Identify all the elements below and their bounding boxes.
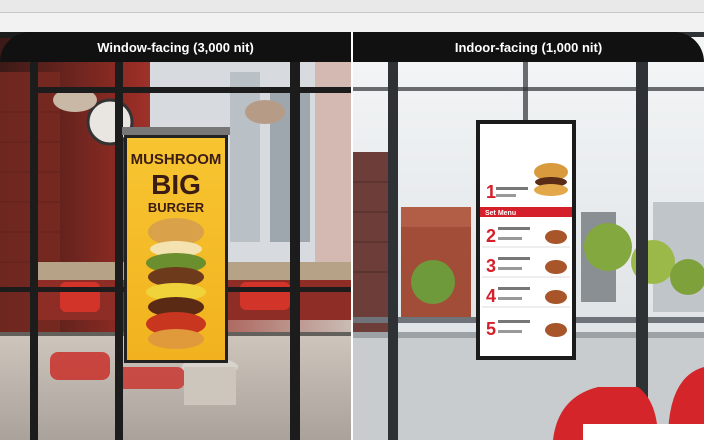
window-facing-scene: MUSHROOM BIG BURGER <box>0 32 351 440</box>
top-bar <box>0 0 704 13</box>
window-facing-label: Window-facing (3,000 nit) <box>0 32 351 62</box>
window-facing-photo: MUSHROOM BIG BURGER <box>0 32 351 440</box>
menu-item-number: 3 <box>486 256 496 276</box>
poster-line3: BURGER <box>148 200 205 215</box>
menu-section-label: Set Menu <box>485 210 516 217</box>
poster-line1: MUSHROOM <box>131 151 222 168</box>
indoor-facing-photo: Set Menu 1 2 3 4 5 <box>353 32 704 440</box>
menu-item-number: 1 <box>486 182 496 202</box>
menu-item-number: 2 <box>486 226 496 246</box>
menu-item-number: 5 <box>486 319 496 339</box>
menu-item-number: 4 <box>486 286 496 306</box>
indoor-facing-label: Indoor-facing (1,000 nit) <box>353 32 704 62</box>
indoor-facing-scene: Set Menu 1 2 3 4 5 <box>353 32 704 440</box>
poster-line2: BIG <box>151 169 201 200</box>
